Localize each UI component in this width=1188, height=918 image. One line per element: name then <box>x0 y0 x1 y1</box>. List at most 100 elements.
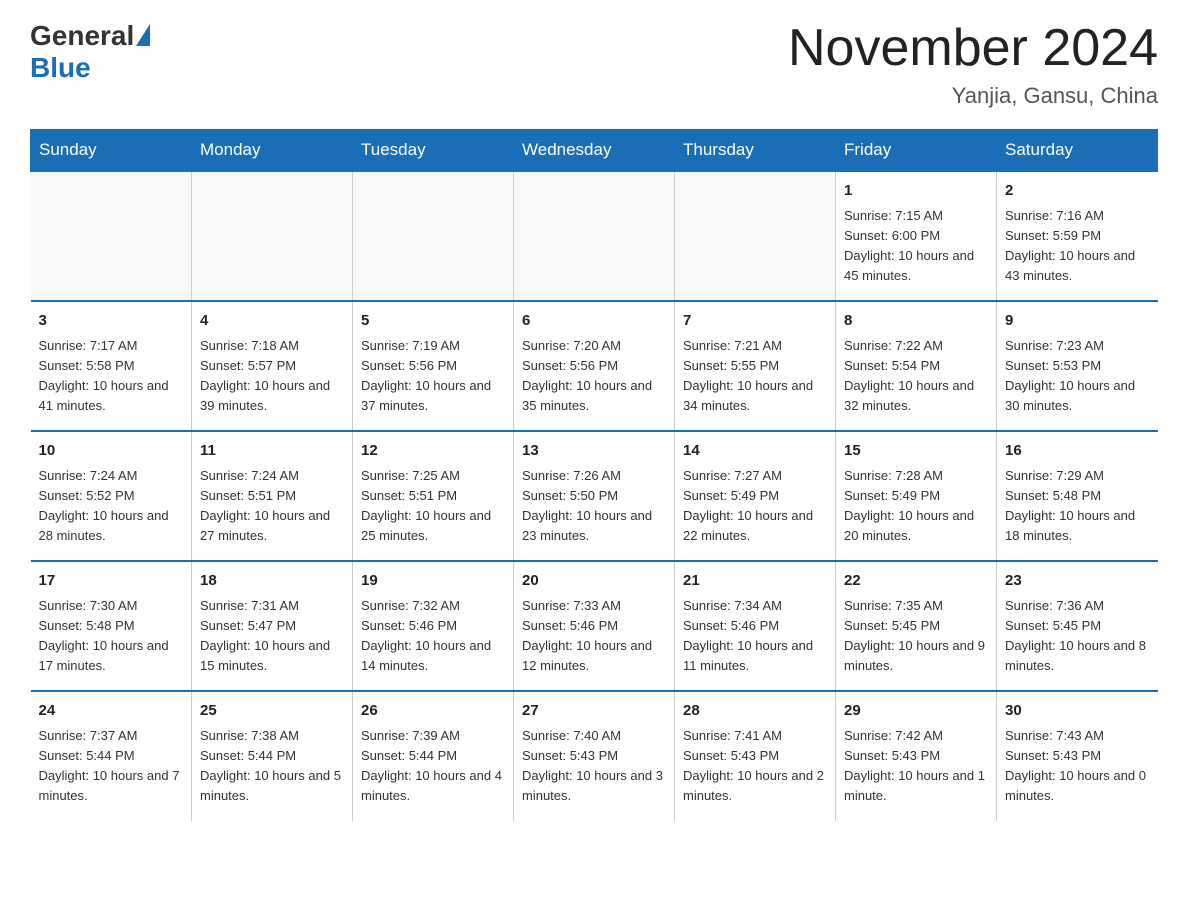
day-number: 12 <box>361 440 505 463</box>
calendar-cell-1-1: 4 Sunrise: 7:18 AMSunset: 5:57 PMDaylight… <box>192 301 353 431</box>
day-number: 3 <box>39 310 184 333</box>
week-row-4: 17 Sunrise: 7:30 AMSunset: 5:48 PMDayligh… <box>31 561 1158 691</box>
day-number: 20 <box>522 570 666 593</box>
day-info: Sunrise: 7:20 AMSunset: 5:56 PMDaylight:… <box>522 336 666 417</box>
day-number: 16 <box>1005 440 1150 463</box>
calendar-cell-3-0: 17 Sunrise: 7:30 AMSunset: 5:48 PMDayligh… <box>31 561 192 691</box>
day-info: Sunrise: 7:24 AMSunset: 5:52 PMDaylight:… <box>39 466 184 547</box>
day-number: 18 <box>200 570 344 593</box>
day-number: 30 <box>1005 700 1150 723</box>
calendar-cell-4-4: 28Sunrise: 7:41 AMSunset: 5:43 PMDayligh… <box>675 691 836 820</box>
weekday-header-thursday: Thursday <box>675 130 836 172</box>
day-info: Sunrise: 7:19 AMSunset: 5:56 PMDaylight:… <box>361 336 505 417</box>
day-info: Sunrise: 7:16 AMSunset: 5:59 PMDaylight:… <box>1005 206 1150 287</box>
calendar-cell-3-5: 22Sunrise: 7:35 AMSunset: 5:45 PMDayligh… <box>836 561 997 691</box>
week-row-5: 24 Sunrise: 7:37 AMSunset: 5:44 PMDayligh… <box>31 691 1158 820</box>
calendar-month-year: November 2024 <box>788 20 1158 77</box>
day-number: 25 <box>200 700 344 723</box>
day-number: 9 <box>1005 310 1150 333</box>
weekday-header-saturday: Saturday <box>997 130 1158 172</box>
calendar-cell-0-5: 1 Sunrise: 7:15 AMSunset: 6:00 PMDaylight… <box>836 171 997 301</box>
day-number: 11 <box>200 440 344 463</box>
calendar-cell-1-4: 7Sunrise: 7:21 AMSunset: 5:55 PMDaylight… <box>675 301 836 431</box>
day-info: Sunrise: 7:29 AMSunset: 5:48 PMDaylight:… <box>1005 466 1150 547</box>
day-info: Sunrise: 7:25 AMSunset: 5:51 PMDaylight:… <box>361 466 505 547</box>
day-info: Sunrise: 7:18 AMSunset: 5:57 PMDaylight:… <box>200 336 344 417</box>
day-info: Sunrise: 7:40 AMSunset: 5:43 PMDaylight:… <box>522 726 666 807</box>
day-info: Sunrise: 7:30 AMSunset: 5:48 PMDaylight:… <box>39 596 184 677</box>
calendar-cell-2-6: 16 Sunrise: 7:29 AMSunset: 5:48 PMDayligh… <box>997 431 1158 561</box>
calendar-title-area: November 2024 Yanjia, Gansu, China <box>788 20 1158 109</box>
day-number: 19 <box>361 570 505 593</box>
calendar-cell-1-0: 3 Sunrise: 7:17 AMSunset: 5:58 PMDaylight… <box>31 301 192 431</box>
day-number: 13 <box>522 440 666 463</box>
day-info: Sunrise: 7:15 AMSunset: 6:00 PMDaylight:… <box>844 206 988 287</box>
day-number: 8 <box>844 310 988 333</box>
calendar-cell-2-5: 15 Sunrise: 7:28 AMSunset: 5:49 PMDayligh… <box>836 431 997 561</box>
day-number: 27 <box>522 700 666 723</box>
day-info: Sunrise: 7:39 AMSunset: 5:44 PMDaylight:… <box>361 726 505 807</box>
weekday-header-wednesday: Wednesday <box>514 130 675 172</box>
day-number: 6 <box>522 310 666 333</box>
calendar-cell-3-2: 19 Sunrise: 7:32 AMSunset: 5:46 PMDayligh… <box>353 561 514 691</box>
day-info: Sunrise: 7:17 AMSunset: 5:58 PMDaylight:… <box>39 336 184 417</box>
calendar-cell-2-3: 13 Sunrise: 7:26 AMSunset: 5:50 PMDayligh… <box>514 431 675 561</box>
calendar-cell-0-1 <box>192 171 353 301</box>
page-header: General Blue November 2024 Yanjia, Gansu… <box>30 20 1158 109</box>
calendar-cell-4-5: 29Sunrise: 7:42 AMSunset: 5:43 PMDayligh… <box>836 691 997 820</box>
day-info: Sunrise: 7:42 AMSunset: 5:43 PMDaylight:… <box>844 726 988 807</box>
day-info: Sunrise: 7:24 AMSunset: 5:51 PMDaylight:… <box>200 466 344 547</box>
weekday-header-sunday: Sunday <box>31 130 192 172</box>
calendar-cell-1-5: 8 Sunrise: 7:22 AMSunset: 5:54 PMDaylight… <box>836 301 997 431</box>
week-row-3: 10 Sunrise: 7:24 AMSunset: 5:52 PMDayligh… <box>31 431 1158 561</box>
day-number: 28 <box>683 700 827 723</box>
day-info: Sunrise: 7:35 AMSunset: 5:45 PMDaylight:… <box>844 596 988 677</box>
day-number: 4 <box>200 310 344 333</box>
week-row-1: 1 Sunrise: 7:15 AMSunset: 6:00 PMDaylight… <box>31 171 1158 301</box>
calendar-cell-4-2: 26Sunrise: 7:39 AMSunset: 5:44 PMDayligh… <box>353 691 514 820</box>
day-number: 1 <box>844 180 988 203</box>
day-info: Sunrise: 7:38 AMSunset: 5:44 PMDaylight:… <box>200 726 344 807</box>
calendar-cell-0-3 <box>514 171 675 301</box>
calendar-cell-4-3: 27 Sunrise: 7:40 AMSunset: 5:43 PMDayligh… <box>514 691 675 820</box>
calendar-cell-2-4: 14 Sunrise: 7:27 AMSunset: 5:49 PMDayligh… <box>675 431 836 561</box>
calendar-cell-0-4 <box>675 171 836 301</box>
calendar-location: Yanjia, Gansu, China <box>788 83 1158 109</box>
calendar-cell-1-2: 5Sunrise: 7:19 AMSunset: 5:56 PMDaylight… <box>353 301 514 431</box>
calendar-cell-3-4: 21 Sunrise: 7:34 AMSunset: 5:46 PMDayligh… <box>675 561 836 691</box>
calendar-cell-1-6: 9 Sunrise: 7:23 AMSunset: 5:53 PMDaylight… <box>997 301 1158 431</box>
calendar-cell-3-1: 18 Sunrise: 7:31 AMSunset: 5:47 PMDayligh… <box>192 561 353 691</box>
weekday-header-tuesday: Tuesday <box>353 130 514 172</box>
logo-triangle-icon <box>136 24 150 46</box>
logo-blue-text: Blue <box>30 52 150 84</box>
day-info: Sunrise: 7:43 AMSunset: 5:43 PMDaylight:… <box>1005 726 1150 807</box>
calendar-cell-0-2 <box>353 171 514 301</box>
day-number: 21 <box>683 570 827 593</box>
day-info: Sunrise: 7:27 AMSunset: 5:49 PMDaylight:… <box>683 466 827 547</box>
day-number: 23 <box>1005 570 1150 593</box>
day-info: Sunrise: 7:23 AMSunset: 5:53 PMDaylight:… <box>1005 336 1150 417</box>
day-number: 15 <box>844 440 988 463</box>
logo-general-text: General <box>30 20 134 52</box>
day-info: Sunrise: 7:28 AMSunset: 5:49 PMDaylight:… <box>844 466 988 547</box>
day-number: 17 <box>39 570 184 593</box>
day-info: Sunrise: 7:22 AMSunset: 5:54 PMDaylight:… <box>844 336 988 417</box>
day-info: Sunrise: 7:32 AMSunset: 5:46 PMDaylight:… <box>361 596 505 677</box>
calendar-cell-3-6: 23 Sunrise: 7:36 AMSunset: 5:45 PMDayligh… <box>997 561 1158 691</box>
day-number: 2 <box>1005 180 1150 203</box>
day-info: Sunrise: 7:37 AMSunset: 5:44 PMDaylight:… <box>39 726 184 807</box>
day-info: Sunrise: 7:33 AMSunset: 5:46 PMDaylight:… <box>522 596 666 677</box>
day-info: Sunrise: 7:26 AMSunset: 5:50 PMDaylight:… <box>522 466 666 547</box>
day-info: Sunrise: 7:36 AMSunset: 5:45 PMDaylight:… <box>1005 596 1150 677</box>
day-number: 10 <box>39 440 184 463</box>
day-info: Sunrise: 7:34 AMSunset: 5:46 PMDaylight:… <box>683 596 827 677</box>
calendar-cell-4-1: 25 Sunrise: 7:38 AMSunset: 5:44 PMDayligh… <box>192 691 353 820</box>
day-number: 24 <box>39 700 184 723</box>
day-number: 7 <box>683 310 827 333</box>
calendar-cell-4-6: 30 Sunrise: 7:43 AMSunset: 5:43 PMDayligh… <box>997 691 1158 820</box>
calendar-cell-1-3: 6 Sunrise: 7:20 AMSunset: 5:56 PMDaylight… <box>514 301 675 431</box>
day-info: Sunrise: 7:31 AMSunset: 5:47 PMDaylight:… <box>200 596 344 677</box>
weekday-header-monday: Monday <box>192 130 353 172</box>
day-number: 14 <box>683 440 827 463</box>
calendar-table: SundayMondayTuesdayWednesdayThursdayFrid… <box>30 129 1158 820</box>
